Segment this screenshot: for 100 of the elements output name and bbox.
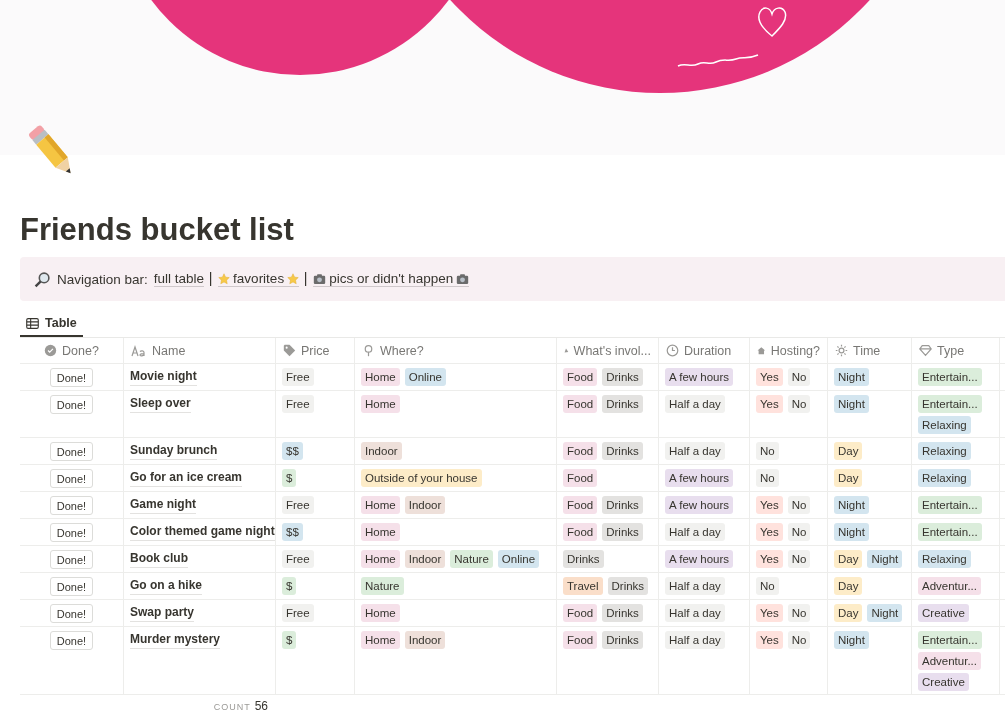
tag: Half a day [665, 523, 725, 541]
tag: Creative [918, 673, 969, 691]
done-button[interactable]: Done! [49, 577, 94, 596]
tag: Drinks [602, 523, 643, 541]
tag: Half a day [665, 577, 725, 595]
tag: Night [867, 604, 903, 622]
magnifier-icon [34, 270, 51, 288]
tag: Home [361, 631, 400, 649]
text-icon [131, 344, 147, 357]
done-button[interactable]: Done! [49, 604, 94, 623]
tag: Half a day [665, 395, 725, 413]
tag: Relaxing [918, 416, 971, 434]
item-name[interactable]: Game night [130, 496, 196, 514]
check-circle-icon [44, 344, 58, 357]
tag: Indoor [361, 442, 402, 460]
tag: Yes [756, 631, 783, 649]
item-name[interactable]: Sleep over [130, 395, 191, 413]
tag: Food [563, 604, 598, 622]
tag: Free [282, 395, 314, 413]
view-tab[interactable]: Table [20, 311, 83, 337]
item-name[interactable]: Murder mystery [130, 631, 221, 649]
tag: Drinks [602, 496, 643, 514]
done-button[interactable]: Done! [49, 368, 94, 387]
tag: Food [563, 469, 598, 487]
tag: $ [282, 631, 297, 649]
navigation-link[interactable]: favorites [218, 271, 300, 287]
tag: Home [361, 496, 400, 514]
column-header[interactable]: Duration [658, 338, 749, 363]
navigation-link[interactable]: pics or didn't happen [313, 271, 470, 287]
done-button[interactable]: Done! [49, 469, 94, 488]
tag: Entertain... [918, 523, 982, 541]
callout-label: Navigation bar: [57, 271, 148, 287]
tag: No [787, 395, 811, 413]
tag: Free [282, 604, 314, 622]
column-header[interactable]: Hosting? [749, 338, 827, 363]
tag: Yes [756, 523, 783, 541]
tag: No [787, 631, 811, 649]
tag: Drinks [602, 368, 643, 386]
tag: Adventur... [918, 652, 981, 670]
navigation-link[interactable]: full table [153, 271, 205, 287]
tag: Home [361, 550, 400, 568]
camera-icon [313, 272, 327, 285]
done-button[interactable]: Done! [49, 496, 94, 515]
column-header[interactable]: Where? [354, 338, 556, 363]
done-button[interactable]: Done! [49, 523, 94, 542]
tag: Relaxing [918, 550, 971, 568]
tag: Drinks [602, 604, 643, 622]
tag: Day [834, 442, 863, 460]
tag: Food [563, 631, 598, 649]
tag: Yes [756, 604, 783, 622]
tag: No [787, 368, 811, 386]
tag: Food [563, 442, 598, 460]
tag: $$ [282, 523, 303, 541]
column-header[interactable]: Time [827, 338, 911, 363]
tag: Indoor [404, 631, 446, 649]
star-icon [218, 272, 231, 285]
tag: A few hours [665, 550, 734, 568]
tag: Night [834, 368, 869, 386]
tag: Day [834, 604, 863, 622]
tag: Free [282, 496, 314, 514]
item-name[interactable]: Book club [130, 550, 188, 568]
item-name[interactable]: Color themed game night [130, 523, 275, 541]
tag: $$ [282, 442, 303, 460]
item-name[interactable]: Go on a hike [130, 577, 202, 595]
done-button[interactable]: Done! [49, 442, 94, 461]
item-name[interactable]: Movie night [130, 368, 197, 386]
tag: Food [563, 368, 598, 386]
done-button[interactable]: Done! [49, 395, 94, 414]
star-icon [287, 272, 300, 285]
separator-icon [210, 272, 213, 286]
count-label: COUNT [213, 702, 251, 712]
camera-icon [456, 272, 470, 285]
tag: Food [563, 395, 598, 413]
column-header[interactable]: Name [123, 338, 275, 363]
column-header[interactable]: Price [275, 338, 354, 363]
sun-icon [835, 344, 848, 357]
tag: Entertain... [918, 631, 982, 649]
tag: Night [834, 523, 869, 541]
column-header[interactable]: Done? [20, 338, 123, 363]
done-button[interactable]: Done! [49, 631, 94, 650]
tag: Home [361, 395, 400, 413]
separator-icon [305, 272, 308, 286]
column-header[interactable]: Type [911, 338, 999, 363]
item-name[interactable]: Swap party [130, 604, 195, 622]
tag: Yes [756, 550, 783, 568]
tag: No [756, 442, 779, 460]
house-icon [757, 344, 766, 357]
tag: Free [282, 368, 314, 386]
tag: Drinks [602, 395, 643, 413]
tag: Yes [756, 368, 783, 386]
tag: Indoor [404, 496, 446, 514]
item-name[interactable]: Go for an ice cream [130, 469, 243, 487]
tag: Entertain... [918, 395, 982, 413]
column-header[interactable]: What's invol... [556, 338, 658, 363]
tag: Outside of your house [361, 469, 482, 487]
tag: Nature [361, 577, 404, 595]
tag: Free [282, 550, 314, 568]
item-name[interactable]: Sunday brunch [130, 442, 218, 460]
done-button[interactable]: Done! [49, 550, 94, 569]
tag-icon [283, 344, 296, 357]
